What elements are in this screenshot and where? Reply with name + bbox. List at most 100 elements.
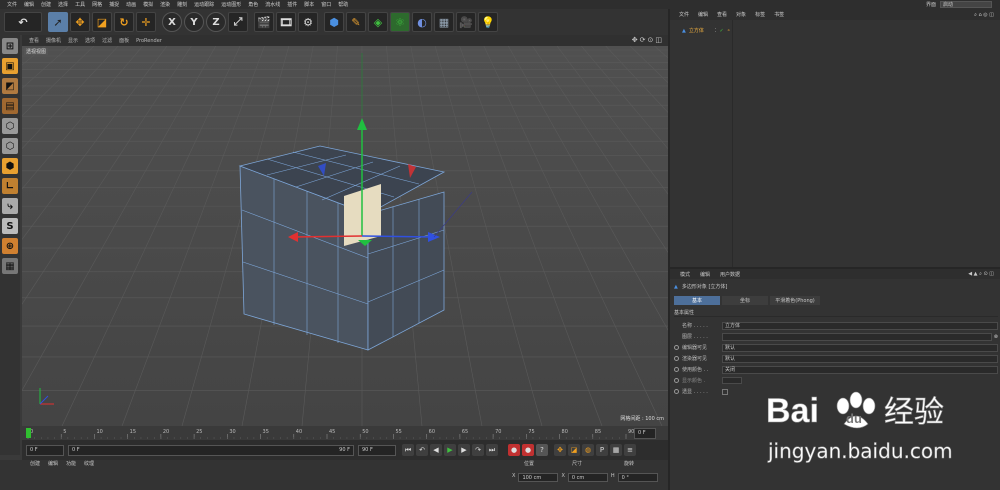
autokey-icon[interactable]: ● <box>522 444 534 456</box>
record-rotation-icon[interactable]: ◍ <box>582 444 594 456</box>
attr-menu-userdata[interactable]: 用户数据 <box>720 271 740 278</box>
obj-menu-tags[interactable]: 标签 <box>755 11 765 18</box>
attr-name-field[interactable]: 立方体 <box>722 321 998 330</box>
obj-search-icon[interactable]: ⌕ ⌂ ◎ ◫ <box>974 12 994 18</box>
viewport-menu-prorender[interactable]: ProRender <box>136 38 162 44</box>
go-to-end-icon[interactable]: ⏭ <box>486 444 498 456</box>
cube-object-icon[interactable]: ⬢ <box>324 12 344 32</box>
z-axis-lock-button[interactable]: Z <box>206 12 226 32</box>
start-frame-field[interactable]: 0 F <box>26 444 64 456</box>
coordinate-system-icon[interactable]: ⤢ <box>228 12 248 32</box>
timeline-playhead[interactable] <box>26 428 31 438</box>
play-icon[interactable]: ▶ <box>444 444 456 456</box>
material-menu-function[interactable]: 功能 <box>66 460 76 469</box>
tab-phong[interactable]: 平滑着色(Phong) <box>770 296 820 305</box>
viewport-menu-display[interactable]: 显示 <box>68 37 78 44</box>
attr-nav-icons[interactable]: ◀ ▲ ⌕ ⊙ ◫ <box>968 271 994 277</box>
menu-item[interactable]: 插件 <box>287 1 297 8</box>
tweak-mode-icon[interactable]: ⤷ <box>2 198 18 214</box>
polygons-mode-icon[interactable]: ⬢ <box>2 158 18 174</box>
tab-basic[interactable]: 基本 <box>674 296 720 305</box>
layout-selector[interactable]: 界面 启动 <box>926 0 992 9</box>
layer-clear-icon[interactable]: ⊗ <box>994 334 998 340</box>
size-x-field[interactable]: 0 cm <box>567 473 608 482</box>
y-axis-lock-button[interactable]: Y <box>184 12 204 32</box>
viewport-menu-panel[interactable]: 面板 <box>119 37 129 44</box>
xray-checkbox[interactable] <box>722 388 728 395</box>
material-menu-edit[interactable]: 编辑 <box>48 460 58 469</box>
undo-button[interactable]: ↶ <box>4 12 42 32</box>
display-color-swatch[interactable] <box>722 377 742 384</box>
keyframe-selection-icon[interactable]: ? <box>536 444 548 456</box>
axis-mode-icon[interactable]: ∟ <box>2 178 18 194</box>
attr-use-color-select[interactable]: 关闭 <box>722 365 998 374</box>
viewport-menu-filter[interactable]: 过滤 <box>102 37 112 44</box>
recent-tool-icon[interactable]: ✛ <box>136 12 156 32</box>
rotation-h-field[interactable]: 0 ° <box>617 473 658 482</box>
render-view-icon[interactable]: 🎬 <box>254 12 274 32</box>
menu-item[interactable]: 角色 <box>248 1 258 8</box>
workplane-lock-icon[interactable]: ⊕ <box>2 238 18 254</box>
record-keys-icon[interactable]: ● <box>508 444 520 456</box>
menu-item[interactable]: 窗口 <box>321 1 331 8</box>
object-row-cube[interactable]: ▲ 立方体 ⁚ ✓ ⚬ <box>682 27 731 35</box>
previous-frame-icon[interactable]: ◀ <box>430 444 442 456</box>
menu-item[interactable]: 文件 <box>7 1 17 8</box>
viewport-menu-view[interactable]: 查看 <box>29 37 39 44</box>
previous-key-icon[interactable]: ↶ <box>416 444 428 456</box>
menu-item[interactable]: 流水线 <box>265 1 280 8</box>
next-frame-icon[interactable]: ▶ <box>458 444 470 456</box>
attr-layer-field[interactable] <box>722 332 992 341</box>
object-name[interactable]: 立方体 <box>689 27 704 34</box>
menu-item[interactable]: 运动图形 <box>221 1 241 8</box>
end-frame-field[interactable]: 90 F <box>358 444 396 456</box>
scale-tool-icon[interactable]: ◪ <box>92 12 112 32</box>
model-mode-icon[interactable]: ▣ <box>2 58 18 74</box>
menu-item[interactable]: 工具 <box>75 1 85 8</box>
record-position-icon[interactable]: ✥ <box>554 444 566 456</box>
attr-menu-edit[interactable]: 编辑 <box>700 271 710 278</box>
go-to-start-icon[interactable]: ⏮ <box>402 444 414 456</box>
layout-dropdown[interactable]: 启动 <box>940 1 992 8</box>
texture-mode-icon[interactable]: ◩ <box>2 78 18 94</box>
grid-snap-icon[interactable]: ▦ <box>2 258 18 274</box>
attr-render-visible-select[interactable]: 默认 <box>722 354 998 363</box>
menu-item[interactable]: 选择 <box>58 1 68 8</box>
timeline-ruler[interactable]: 0 5 10 15 20 25 30 35 40 45 50 55 60 65 70 75 80 85 90 0 F <box>22 426 668 440</box>
menu-item[interactable]: 运动跟踪 <box>194 1 214 8</box>
material-menu-create[interactable]: 创建 <box>30 460 40 469</box>
cloner-icon[interactable]: ⚛ <box>390 12 410 32</box>
range-slider[interactable]: 0 F 90 F <box>68 444 354 456</box>
render-settings-icon[interactable]: ⚙ <box>298 12 318 32</box>
phong-tag-icon[interactable]: ⚬ <box>727 28 731 34</box>
camera-icon[interactable]: 🎥 <box>456 12 476 32</box>
record-scale-icon[interactable]: ◪ <box>568 444 580 456</box>
current-frame-field[interactable]: 0 F <box>634 428 656 439</box>
obj-menu-edit[interactable]: 编辑 <box>698 11 708 18</box>
move-tool-icon[interactable]: ✥ <box>70 12 90 32</box>
obj-menu-bookmarks[interactable]: 书签 <box>774 11 784 18</box>
timeline-menu-icon[interactable]: ≡ <box>624 444 636 456</box>
record-point-level-icon[interactable]: ▦ <box>610 444 622 456</box>
viewport-menu-options[interactable]: 选项 <box>85 37 95 44</box>
rotate-tool-icon[interactable]: ↻ <box>114 12 134 32</box>
workplane-icon[interactable]: ▤ <box>2 98 18 114</box>
menu-item[interactable]: 创建 <box>41 1 51 8</box>
floor-icon[interactable]: ▦ <box>434 12 454 32</box>
menu-item[interactable]: 渲染 <box>160 1 170 8</box>
menu-item[interactable]: 编辑 <box>24 1 34 8</box>
visibility-dots-icon[interactable]: ⁚ <box>715 28 717 34</box>
spline-pen-icon[interactable]: ✎ <box>346 12 366 32</box>
material-menu-texture[interactable]: 纹理 <box>84 460 94 469</box>
select-tool-icon[interactable]: ➚ <box>48 12 68 32</box>
obj-menu-file[interactable]: 文件 <box>679 11 689 18</box>
viewport-menu-cameras[interactable]: 摄像机 <box>46 37 61 44</box>
x-axis-lock-button[interactable]: X <box>162 12 182 32</box>
viewport-nav-icons[interactable]: ✥⟳⊙◫ <box>632 36 664 44</box>
attr-menu-mode[interactable]: 模式 <box>680 271 690 278</box>
menu-item[interactable]: 网格 <box>92 1 102 8</box>
edges-mode-icon[interactable]: ⬡ <box>2 138 18 154</box>
position-x-field[interactable]: 100 cm <box>518 473 559 482</box>
deformer-icon[interactable]: ◐ <box>412 12 432 32</box>
attr-editor-visible-select[interactable]: 默认 <box>722 343 998 352</box>
